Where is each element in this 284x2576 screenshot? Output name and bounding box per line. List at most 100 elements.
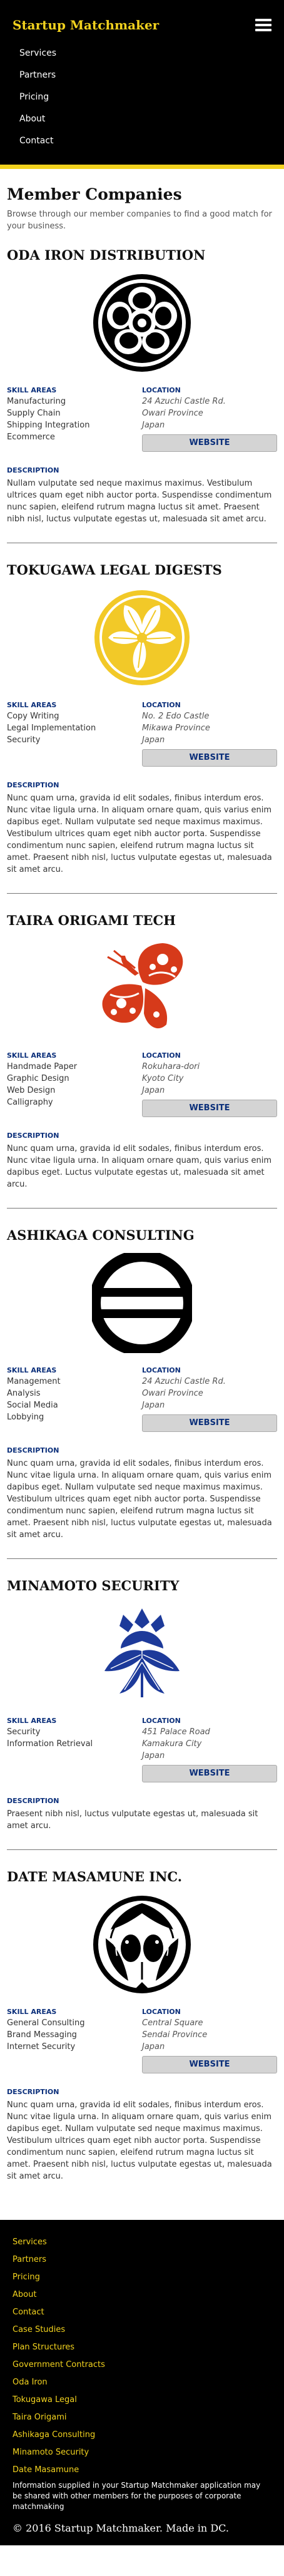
- location-line: No. 2 Edo Castle: [142, 712, 210, 721]
- location-line: 24 Azuchi Castle Rd.: [142, 1377, 226, 1386]
- taira-butterfly-icon: [7, 938, 277, 1038]
- page-title: Member Companies: [7, 185, 182, 203]
- skill-item: General Consulting: [7, 2018, 85, 2028]
- nav-link-pricing[interactable]: Pricing: [19, 86, 271, 108]
- skill-item: Analysis: [7, 1389, 41, 1398]
- website-button[interactable]: WEBSITE: [142, 2056, 277, 2073]
- company-name: TAIRA ORIGAMI TECH: [7, 912, 176, 928]
- footer-link-taira-origami[interactable]: Taira Origami: [13, 2409, 271, 2426]
- skills-label: SKILL AREAS: [7, 701, 57, 709]
- skill-item: Internet Security: [7, 2042, 76, 2052]
- footer-link-oda-iron[interactable]: Oda Iron: [13, 2374, 271, 2391]
- website-button[interactable]: WEBSITE: [142, 1414, 277, 1432]
- location-line: Sendai Province: [142, 2030, 208, 2040]
- skills-column: SKILL AREAS Security Information Retriev…: [7, 1716, 142, 1782]
- hamburger-menu-icon[interactable]: [255, 19, 271, 31]
- skill-item: Ecommerce: [7, 432, 55, 442]
- footer-link-date-masamune[interactable]: Date Masamune: [13, 2461, 271, 2479]
- skill-item: Management: [7, 1377, 61, 1386]
- location-label: LOCATION: [142, 1717, 181, 1725]
- description-label: DESCRIPTION: [7, 1132, 59, 1140]
- site-footer: Services Partners Pricing About Contact …: [0, 2220, 284, 2545]
- company-card: MINAMOTO SECURITY SKILL AREAS Security I…: [7, 1578, 277, 1850]
- company-description: Nunc quam urna, gravida id elit sodales,…: [7, 794, 272, 874]
- company-card: ODA IRON DISTRIBUTION SKILL AREAS Manufa…: [7, 247, 277, 543]
- location-line: Japan: [142, 421, 165, 430]
- location-column: LOCATION No. 2 Edo Castle Mikawa Provinc…: [142, 700, 277, 767]
- company-card: TOKUGAWA LEGAL DIGESTS SKILL AREAS Copy …: [7, 562, 277, 894]
- skills-label: SKILL AREAS: [7, 1051, 57, 1060]
- location-line: Rokuhara-dori: [142, 1062, 200, 1071]
- footer-link-minamoto-security[interactable]: Minamoto Security: [13, 2444, 271, 2461]
- nav-link-contact[interactable]: Contact: [19, 130, 271, 152]
- skill-item: Shipping Integration: [7, 421, 90, 430]
- nav-link-about[interactable]: About: [19, 108, 271, 130]
- location-label: LOCATION: [142, 1051, 181, 1060]
- nav-link-services[interactable]: Services: [19, 43, 271, 64]
- footer-link-tokugawa-legal[interactable]: Tokugawa Legal: [13, 2391, 271, 2409]
- location-line: Japan: [142, 2042, 165, 2052]
- skills-label: SKILL AREAS: [7, 2008, 57, 2016]
- company-description: Nunc quam urna, gravida id elit sodales,…: [7, 2100, 272, 2181]
- skill-item: Legal Implementation: [7, 723, 96, 733]
- footer-link-plan-structures[interactable]: Plan Structures: [13, 2339, 271, 2356]
- skill-item: Web Design: [7, 1086, 56, 1095]
- footer-link-government-contracts[interactable]: Government Contracts: [13, 2356, 271, 2374]
- date-sparrow-crest-icon: [7, 1894, 277, 1995]
- location-label: LOCATION: [142, 1366, 181, 1374]
- skill-item: Graphic Design: [7, 1074, 69, 1083]
- skill-item: Lobbying: [7, 1413, 44, 1422]
- intro-text: Browse through our member companies to f…: [7, 210, 272, 231]
- location-line: Mikawa Province: [142, 723, 210, 733]
- company-name: ASHIKAGA CONSULTING: [7, 1227, 195, 1243]
- description-label: DESCRIPTION: [7, 1446, 59, 1454]
- website-button[interactable]: WEBSITE: [142, 749, 277, 767]
- skills-label: SKILL AREAS: [7, 1717, 57, 1725]
- footer-link-pricing[interactable]: Pricing: [13, 2269, 271, 2286]
- company-name: ODA IRON DISTRIBUTION: [7, 247, 206, 263]
- footer-link-contact[interactable]: Contact: [13, 2304, 271, 2321]
- website-button[interactable]: WEBSITE: [142, 1100, 277, 1117]
- website-button[interactable]: WEBSITE: [142, 434, 277, 452]
- brand-logo-text[interactable]: Startup Matchmaker: [13, 18, 159, 33]
- skills-label: SKILL AREAS: [7, 1366, 57, 1374]
- divider: [7, 893, 277, 894]
- skill-item: Social Media: [7, 1401, 58, 1410]
- location-column: LOCATION 24 Azuchi Castle Rd. Owari Prov…: [142, 1366, 277, 1432]
- skill-item: Supply Chain: [7, 409, 61, 418]
- skill-item: Manufacturing: [7, 397, 66, 406]
- description-label: DESCRIPTION: [7, 466, 59, 474]
- footer-link-about[interactable]: About: [13, 2286, 271, 2304]
- nav-link-partners[interactable]: Partners: [19, 64, 271, 86]
- location-line: Japan: [142, 1086, 165, 1095]
- footer-link-services[interactable]: Services: [13, 2234, 271, 2251]
- skills-column: SKILL AREAS Handmade Paper Graphic Desig…: [7, 1051, 142, 1117]
- company-card: TAIRA ORIGAMI TECH SKILL AREAS Handmade …: [7, 912, 277, 1209]
- main-content: Member Companies Browse through our memb…: [0, 169, 284, 2182]
- skills-column: SKILL AREAS Copy Writing Legal Implement…: [7, 700, 142, 767]
- skill-item: Security: [7, 1727, 41, 1737]
- footer-nav: Services Partners Pricing About Contact …: [13, 2234, 271, 2479]
- skill-item: Calligraphy: [7, 1098, 53, 1107]
- skill-item: Copy Writing: [7, 712, 59, 721]
- divider: [7, 1849, 277, 1850]
- footer-link-partners[interactable]: Partners: [13, 2251, 271, 2269]
- company-name: DATE MASAMUNE INC.: [7, 1869, 183, 1884]
- company-name: MINAMOTO SECURITY: [7, 1578, 180, 1593]
- location-column: LOCATION Central Square Sendai Province …: [142, 2007, 277, 2073]
- company-list: ODA IRON DISTRIBUTION SKILL AREAS Manufa…: [7, 247, 277, 2182]
- footer-link-case-studies[interactable]: Case Studies: [13, 2321, 271, 2339]
- location-line: Central Square: [142, 2018, 203, 2028]
- skill-item: Information Retrieval: [7, 1739, 93, 1749]
- skills-column: SKILL AREAS General Consulting Brand Mes…: [7, 2007, 142, 2073]
- location-line: Kamakura City: [142, 1739, 202, 1749]
- location-label: LOCATION: [142, 386, 181, 394]
- divider: [7, 1208, 277, 1209]
- website-button[interactable]: WEBSITE: [142, 1765, 277, 1782]
- company-description: Praesent nibh nisl, luctus vulputate ege…: [7, 1809, 258, 1831]
- skills-label: SKILL AREAS: [7, 386, 57, 394]
- company-description: Nunc quam urna, gravida id elit sodales,…: [7, 1144, 272, 1189]
- location-line: Japan: [142, 1751, 165, 1761]
- footer-link-ashikaga-consulting[interactable]: Ashikaga Consulting: [13, 2426, 271, 2444]
- location-line: Owari Province: [142, 1389, 203, 1398]
